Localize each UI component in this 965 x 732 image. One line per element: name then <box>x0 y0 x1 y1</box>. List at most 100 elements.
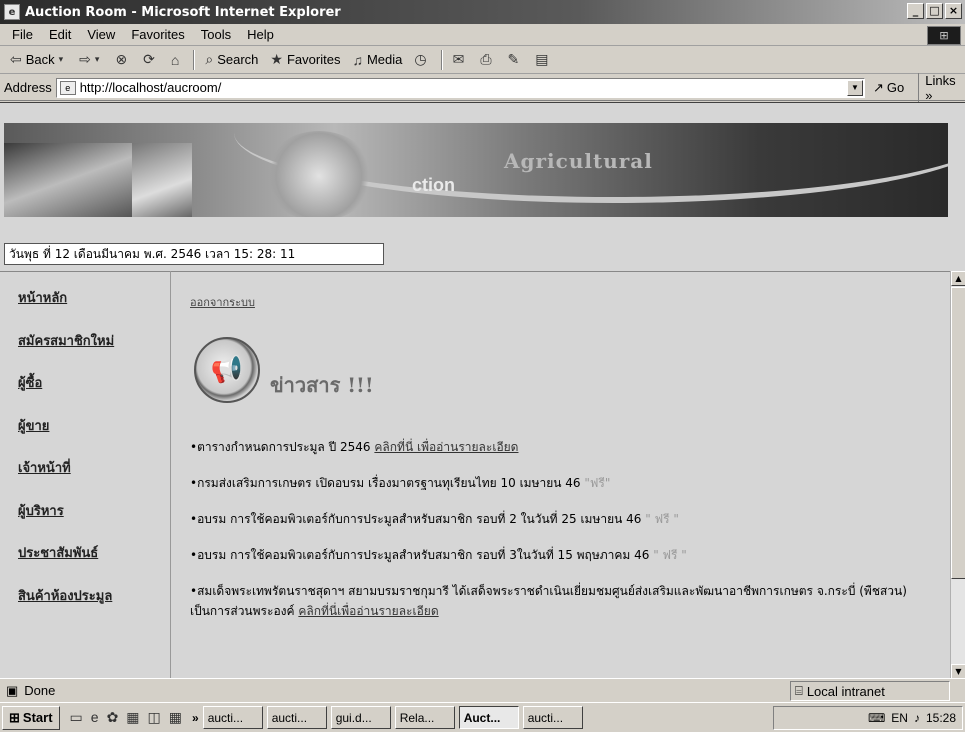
sidebar-item-seller[interactable]: ผู้ขาย <box>18 415 168 458</box>
mail-icon: ✉ <box>452 51 465 67</box>
status-bar: ▣ Done ⌸ Local intranet <box>0 678 965 702</box>
menu-favorites[interactable]: Favorites <box>123 27 192 42</box>
app-icon[interactable]: ▦ <box>169 709 182 726</box>
edit-button[interactable]: ✎ <box>502 48 530 72</box>
menu-view[interactable]: View <box>79 27 123 42</box>
go-button[interactable]: ↗ Go <box>873 80 904 96</box>
address-url: http://localhost/aucroom/ <box>79 80 222 95</box>
favorites-button[interactable]: ★ Favorites <box>264 48 346 72</box>
scroll-down-icon[interactable]: ▼ <box>951 664 965 678</box>
minimize-button[interactable]: _ <box>907 3 924 19</box>
sidebar-item-staff[interactable]: เจ้าหน้าที่ <box>18 457 168 500</box>
toolbar-separator <box>193 49 196 70</box>
taskbar-item[interactable]: Rela... <box>394 706 455 729</box>
quick-launch: ▭ e ✿ ▦ ◫ ▦ <box>70 709 182 726</box>
news-detail-link[interactable]: คลิกที่นี่เพื่ออ่านรายละเอียด <box>298 604 438 618</box>
address-label: Address <box>4 80 52 95</box>
page-viewport: Agricultural ction วันพุธ ที่ 12 เดือนมี… <box>0 102 965 678</box>
close-button[interactable]: × <box>945 3 962 19</box>
links-button[interactable]: Links » <box>918 72 965 103</box>
desktop-icon[interactable]: ▭ <box>70 709 83 726</box>
print-button[interactable]: ⎙ <box>474 48 501 72</box>
window-controls: _ □ × <box>907 3 962 19</box>
discuss-button[interactable]: ▤ <box>529 48 558 72</box>
taskbar-item[interactable]: gui.d... <box>330 706 391 729</box>
news-text: •อบรม การใช้คอมพิวเตอร์กับการประมูลสำหรั… <box>190 548 654 562</box>
menu-file[interactable]: File <box>4 27 41 42</box>
address-dropdown-icon[interactable]: ▼ <box>846 79 863 96</box>
maximize-button[interactable]: □ <box>926 3 943 19</box>
news-text: •กรมส่งเสริมการเกษตร เปิดอบรม เรื่องมาตร… <box>190 476 585 490</box>
intranet-icon: ⌸ <box>795 683 803 698</box>
sidebar-item-executive[interactable]: ผู้บริหาร <box>18 500 168 543</box>
forward-arrow-icon: ⇨ <box>79 51 91 67</box>
refresh-button[interactable]: ⟳ <box>137 48 165 72</box>
mail-button[interactable]: ✉ <box>447 48 475 72</box>
sidebar-item-register[interactable]: สมัครสมาชิกใหม่ <box>18 330 168 373</box>
dropdown-arrow-icon[interactable]: ▾ <box>95 54 100 65</box>
edit-icon: ✎ <box>507 51 520 67</box>
taskbar-item-active[interactable]: Auct... <box>458 706 519 729</box>
go-arrow-icon: ↗ <box>872 79 884 95</box>
search-button[interactable]: ⌕ Search <box>199 48 264 72</box>
taskbar-item[interactable]: aucti... <box>522 706 583 729</box>
app-icon[interactable]: ◫ <box>148 709 161 726</box>
quick-launch-more[interactable]: » <box>192 711 199 725</box>
home-icon: ⌂ <box>170 51 180 68</box>
logout-link[interactable]: ออกจากระบบ <box>190 296 255 309</box>
news-title: ข่าวสาร !!! <box>270 373 374 397</box>
taskbar-item[interactable]: aucti... <box>266 706 327 729</box>
news-item: •สมเด็จพระเทพรัตนราชสุดาฯ สยามบรมราชกุมา… <box>190 581 940 621</box>
ie-icon[interactable]: e <box>91 709 99 726</box>
app-icon[interactable]: ▦ <box>126 709 139 726</box>
home-button[interactable]: ⌂ <box>165 48 189 72</box>
news-item: •อบรม การใช้คอมพิวเตอร์กับการประมูลสำหรั… <box>190 509 940 529</box>
free-label: " ฟรี " <box>645 512 679 526</box>
banner-title: Agricultural <box>504 149 653 173</box>
toolbar-separator <box>440 49 443 70</box>
sidebar-item-auction-products[interactable]: สินค้าห้องประมูล <box>18 585 168 628</box>
free-label: "ฟรี" <box>584 476 611 490</box>
page-done-icon: ▣ <box>6 682 19 698</box>
free-label: " ฟรี " <box>653 548 687 562</box>
menu-edit[interactable]: Edit <box>41 27 79 42</box>
menu-help[interactable]: Help <box>239 27 282 42</box>
favorites-label: Favorites <box>286 52 341 67</box>
back-arrow-icon: ⇦ <box>10 51 22 67</box>
stop-icon: ⊗ <box>115 51 128 67</box>
menu-bar: File Edit View Favorites Tools Help ⊞ <box>0 24 965 46</box>
address-input[interactable]: e http://localhost/aucroom/ ▼ <box>55 77 865 98</box>
divider <box>0 271 951 272</box>
news-item: •อบรม การใช้คอมพิวเตอร์กับการประมูลสำหรั… <box>190 545 940 565</box>
links-label: Links <box>925 72 956 88</box>
megaphone-icon: 📢 <box>194 337 260 403</box>
volume-icon[interactable]: ♪ <box>914 711 920 725</box>
app-icon[interactable]: ✿ <box>107 709 119 726</box>
menu-tools[interactable]: Tools <box>193 27 239 42</box>
start-button[interactable]: ⊞ Start <box>2 705 60 730</box>
back-button[interactable]: ⇦ Back ▾ <box>4 48 73 72</box>
language-icon[interactable]: EN <box>891 711 908 725</box>
dropdown-arrow-icon[interactable]: ▾ <box>59 54 64 65</box>
forward-button[interactable]: ⇨ ▾ <box>73 48 109 72</box>
media-button[interactable]: ♫ Media <box>346 48 408 72</box>
stop-button[interactable]: ⊗ <box>109 48 137 72</box>
scroll-thumb[interactable] <box>951 287 965 579</box>
news-detail-link[interactable]: คลิกที่นี่ เพื่ออ่านรายละเอียด <box>374 440 518 454</box>
favorites-icon: ★ <box>270 51 283 67</box>
sidebar-item-buyer[interactable]: ผู้ซื้อ <box>18 372 168 415</box>
column-divider <box>170 271 171 678</box>
window-titlebar: e Auction Room - Microsoft Internet Expl… <box>0 0 965 24</box>
banner-photo <box>4 143 132 217</box>
address-bar: Address e http://localhost/aucroom/ ▼ ↗ … <box>0 72 965 103</box>
banner-subtitle: ction <box>412 175 455 195</box>
taskbar-item[interactable]: aucti... <box>202 706 263 729</box>
scroll-up-icon[interactable]: ▲ <box>951 271 965 286</box>
sidebar-item-home[interactable]: หน้าหลัก <box>18 287 168 330</box>
tray-icon[interactable]: ⌨ <box>868 711 885 725</box>
ie-icon: e <box>4 4 20 20</box>
vertical-scrollbar[interactable]: ▲ ▼ <box>950 271 965 678</box>
sidebar-nav: หน้าหลัก สมัครสมาชิกใหม่ ผู้ซื้อ ผู้ขาย … <box>18 287 168 627</box>
history-button[interactable]: ◷ <box>408 48 436 72</box>
sidebar-item-pr[interactable]: ประชาสัมพันธ์ <box>18 542 168 585</box>
